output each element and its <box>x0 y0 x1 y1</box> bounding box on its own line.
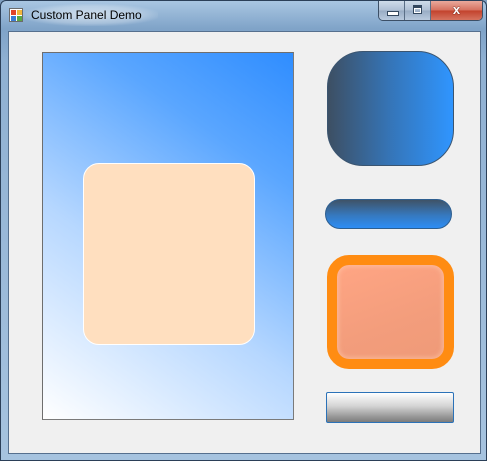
close-button[interactable]: x <box>431 1 482 20</box>
app-icon[interactable] <box>9 8 23 22</box>
window-title: Custom Panel Demo <box>31 8 142 22</box>
maximize-icon <box>413 5 422 14</box>
minimize-icon <box>387 11 399 16</box>
orange-bordered-panel <box>327 255 454 369</box>
maximize-button[interactable] <box>405 1 431 20</box>
title-bar[interactable]: Custom Panel Demo x <box>1 1 486 31</box>
caption-buttons: x <box>378 1 483 21</box>
blue-rounded-panel <box>327 51 454 166</box>
blue-pill-panel <box>325 199 452 229</box>
client-area <box>8 31 481 454</box>
gray-gradient-panel <box>326 392 454 423</box>
minimize-button[interactable] <box>379 1 405 20</box>
app-window: Custom Panel Demo x <box>0 0 487 461</box>
gradient-panel <box>42 52 294 420</box>
peach-rounded-panel <box>83 163 255 345</box>
close-icon: x <box>452 2 461 17</box>
